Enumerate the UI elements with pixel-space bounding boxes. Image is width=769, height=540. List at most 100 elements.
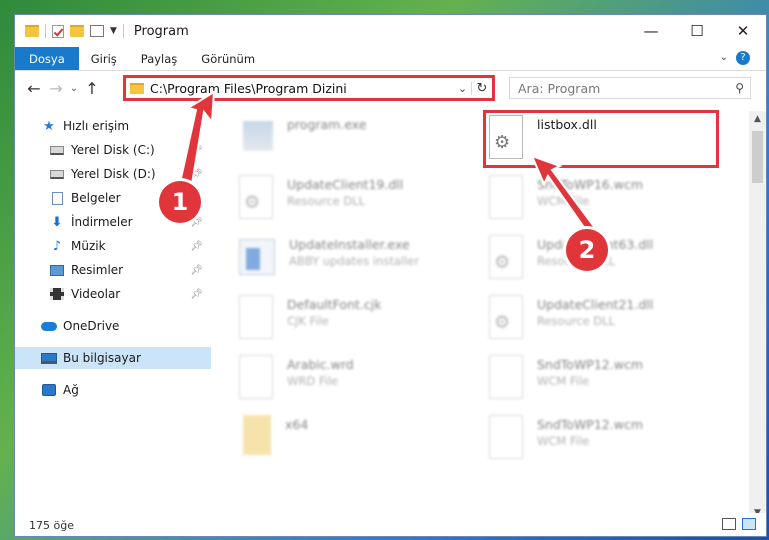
search-icon[interactable]: ⚲ (735, 81, 744, 95)
refresh-icon[interactable]: ↻ (472, 81, 492, 96)
folder-icon (130, 82, 144, 94)
pin-icon[interactable]: 📌︎ (190, 265, 203, 276)
sidebar-item-quick-access[interactable]: ★ Hızlı erişim (15, 115, 211, 137)
toolbar-dropdown-icon[interactable]: ▼ (110, 26, 117, 36)
pin-icon[interactable]: 📌︎ (190, 241, 203, 252)
dll-icon (489, 235, 523, 279)
dll-icon (239, 175, 273, 219)
minimize-button[interactable]: — (628, 15, 674, 47)
new-folder-icon[interactable] (70, 25, 84, 37)
document-icon (49, 191, 65, 205)
file-name: SndToWP16.wcm (537, 177, 643, 192)
address-dropdown-icon[interactable]: ⌄ (454, 81, 472, 95)
address-path[interactable]: C:\Program Files\Program Dizini (150, 81, 454, 96)
maximize-button[interactable]: ☐ (674, 15, 720, 47)
sidebar-item-onedrive[interactable]: OneDrive (15, 315, 211, 337)
file-list: program.exe listbox.dll UpdateClient19.d… (225, 111, 745, 521)
file-item[interactable]: program.exe (243, 115, 483, 167)
file-name: program.exe (287, 117, 367, 132)
window-controls: — ☐ ✕ (628, 15, 766, 47)
toolbar-separator (122, 24, 124, 38)
file-item[interactable]: UpdateInstaller.exe ABBY updates install… (239, 235, 479, 287)
file-name: UpdateClient21.dll (537, 297, 654, 312)
file-type: Resource DLL (537, 314, 616, 328)
details-view-icon[interactable] (722, 518, 736, 530)
sidebar-item-label: OneDrive (63, 319, 120, 333)
search-input[interactable]: Ara: Program ⚲ (509, 77, 751, 99)
drive-icon (49, 167, 65, 181)
file-type: Resource DLL (287, 194, 366, 208)
sidebar-item-label: Yerel Disk (D:) (71, 167, 156, 181)
tab-view[interactable]: Görünüm (189, 47, 267, 70)
folder-icon (243, 415, 271, 455)
search-placeholder: Ara: Program (518, 80, 601, 96)
file-name: SndToWP12.wcm (537, 417, 643, 432)
file-item[interactable]: SndToWP16.wcm WCM File (489, 175, 729, 227)
cloud-icon (41, 319, 57, 333)
sidebar-item-network[interactable]: Ağ (15, 379, 211, 401)
file-item[interactable]: Arabic.wrd WRD File (239, 355, 479, 407)
dll-icon (489, 295, 523, 339)
drive-icon (49, 143, 65, 157)
item-count: 175 öğe (29, 518, 74, 532)
star-icon: ★ (43, 118, 55, 134)
close-button[interactable]: ✕ (720, 15, 766, 47)
file-icon (239, 295, 273, 339)
scroll-thumb[interactable] (752, 131, 763, 183)
view-switcher (722, 518, 756, 530)
file-name: DefaultFont.cjk (287, 297, 382, 312)
file-type: WCM File (537, 374, 590, 388)
pin-icon[interactable]: 📌︎ (190, 289, 203, 300)
large-icons-view-icon[interactable] (742, 518, 756, 530)
sidebar-item-videos[interactable]: Videolar 📌︎ (15, 283, 211, 305)
vertical-scrollbar[interactable]: ▲ ▼ (749, 111, 766, 521)
step-1-badge: 1 (159, 181, 201, 223)
video-icon (49, 287, 65, 301)
file-item[interactable]: UpdateClient19.dll Resource DLL (239, 175, 479, 227)
sidebar-item-pictures[interactable]: Resimler 📌︎ (15, 259, 211, 281)
pin-icon[interactable]: 📌︎ (190, 145, 203, 156)
sidebar-item-this-pc[interactable]: Bu bilgisayar (15, 347, 211, 369)
recent-locations-icon[interactable]: ⌄ (67, 83, 81, 94)
tab-share[interactable]: Paylaş (129, 47, 190, 70)
up-arrow-icon[interactable]: ↑ (81, 79, 103, 98)
file-name: UpdateClient19.dll (287, 177, 404, 192)
navigation-pane: ★ Hızlı erişim Yerel Disk (C:) 📌︎ Yerel … (15, 111, 211, 521)
tab-home[interactable]: Giriş (79, 47, 129, 70)
customize-toolbar-icon[interactable] (90, 25, 104, 37)
music-icon: ♪ (52, 238, 62, 254)
file-item[interactable]: DefaultFont.cjk CJK File (239, 295, 479, 347)
file-icon (489, 415, 523, 459)
file-item[interactable]: x64 (243, 415, 483, 467)
tab-file[interactable]: Dosya (15, 47, 79, 70)
ribbon-tabs: Dosya Giriş Paylaş Görünüm ⌄ ? (15, 47, 766, 71)
sidebar-item-label: Yerel Disk (C:) (71, 143, 155, 157)
help-button[interactable]: ? (736, 51, 750, 65)
forward-arrow-icon[interactable]: → (45, 79, 67, 98)
file-name: UpdateInstaller.exe (289, 237, 410, 252)
file-item[interactable]: UpdateClient21.dll Resource DLL (489, 295, 729, 347)
sidebar-item-music[interactable]: ♪ Müzik 📌︎ (15, 235, 211, 257)
file-type: WRD File (287, 374, 339, 388)
sidebar-item-local-disk-c[interactable]: Yerel Disk (C:) 📌︎ (15, 139, 211, 161)
quick-access-toolbar: ▼ (15, 24, 124, 38)
back-arrow-icon[interactable]: ← (23, 79, 45, 98)
properties-check-icon[interactable] (52, 24, 64, 38)
sidebar-item-label: İndirmeler (71, 215, 133, 229)
file-item[interactable]: UpdateClient63.dll Resource DLL (489, 235, 729, 287)
explorer-window: ▼ Program — ☐ ✕ Dosya Giriş Paylaş Görün… (14, 14, 767, 537)
file-type: CJK File (287, 314, 329, 328)
pin-icon[interactable]: 📌︎ (190, 169, 203, 180)
folder-icon (25, 25, 39, 37)
file-item[interactable]: SndToWP12.wcm WCM File (489, 355, 729, 407)
file-icon (239, 355, 273, 399)
address-bar[interactable]: C:\Program Files\Program Dizini ⌄ ↻ (123, 75, 495, 101)
file-item[interactable]: SndToWP12.wcm WCM File (489, 415, 729, 467)
ribbon-expand-icon[interactable]: ⌄ (720, 52, 728, 63)
scroll-up-icon[interactable]: ▲ (749, 111, 766, 127)
sidebar-item-label: Resimler (71, 263, 124, 277)
pictures-icon (49, 263, 65, 277)
file-type: WCM File (537, 434, 590, 448)
file-name: Arabic.wrd (287, 357, 354, 372)
status-bar: 175 öğe (15, 513, 766, 536)
